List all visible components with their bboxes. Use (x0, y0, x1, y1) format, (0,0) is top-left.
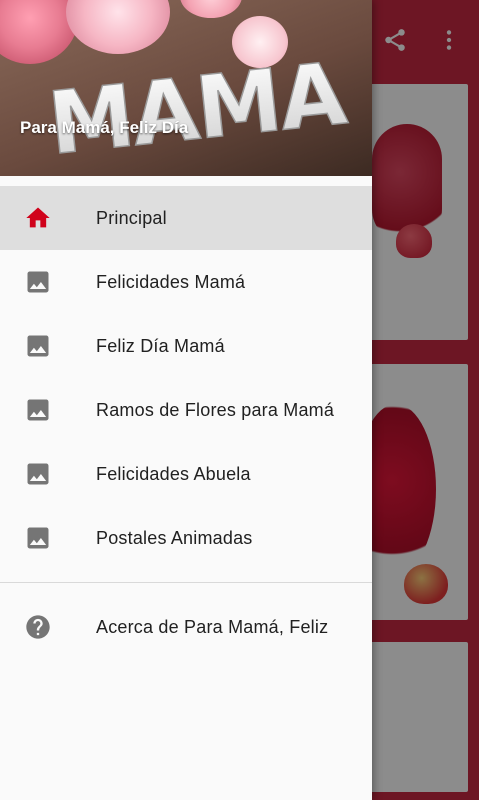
image-icon (24, 268, 52, 296)
drawer-item-label: Felicidades Mamá (96, 271, 246, 292)
image-icon (24, 460, 52, 488)
image-icon (24, 524, 52, 552)
drawer-divider (0, 582, 372, 583)
drawer-menu: Principal Felicidades Mamá Feliz Día Mam… (0, 186, 372, 570)
drawer-item-ramos-de-flores[interactable]: Ramos de Flores para Mamá (0, 378, 372, 442)
drawer-header-title: Para Mamá, Feliz Día (20, 118, 189, 137)
navigation-drawer: MAMA Para Mamá, Feliz Día Principal Feli… (0, 0, 372, 800)
drawer-item-felicidades-abuela[interactable]: Felicidades Abuela (0, 442, 372, 506)
drawer-item-principal[interactable]: Principal (0, 186, 372, 250)
drawer-secondary-menu: Acerca de Para Mamá, Feliz (0, 595, 372, 659)
drawer-item-label: Principal (96, 207, 167, 228)
home-icon (24, 204, 52, 232)
drawer-item-label: Postales Animadas (96, 527, 253, 548)
mama-letters-image: MAMA (43, 46, 352, 156)
drawer-item-label: Felicidades Abuela (96, 463, 251, 484)
mama-letters-text: MAMA (44, 46, 352, 156)
drawer-header: MAMA Para Mamá, Feliz Día (0, 0, 372, 176)
drawer-item-felicidades-mama[interactable]: Felicidades Mamá (0, 250, 372, 314)
screen: MAMA Para Mamá, Feliz Día Principal Feli… (0, 0, 479, 800)
drawer-item-label: Ramos de Flores para Mamá (96, 399, 335, 420)
drawer-item-postales-animadas[interactable]: Postales Animadas (0, 506, 372, 570)
help-icon (24, 613, 52, 641)
drawer-item-label: Acerca de Para Mamá, Feliz (96, 616, 329, 637)
image-icon (24, 332, 52, 360)
rose-image (180, 0, 242, 18)
drawer-item-feliz-dia-mama[interactable]: Feliz Día Mamá (0, 314, 372, 378)
image-icon (24, 396, 52, 424)
drawer-item-label: Feliz Día Mamá (96, 335, 225, 356)
drawer-spacer (0, 176, 372, 186)
drawer-item-acerca-de[interactable]: Acerca de Para Mamá, Feliz (0, 595, 372, 659)
